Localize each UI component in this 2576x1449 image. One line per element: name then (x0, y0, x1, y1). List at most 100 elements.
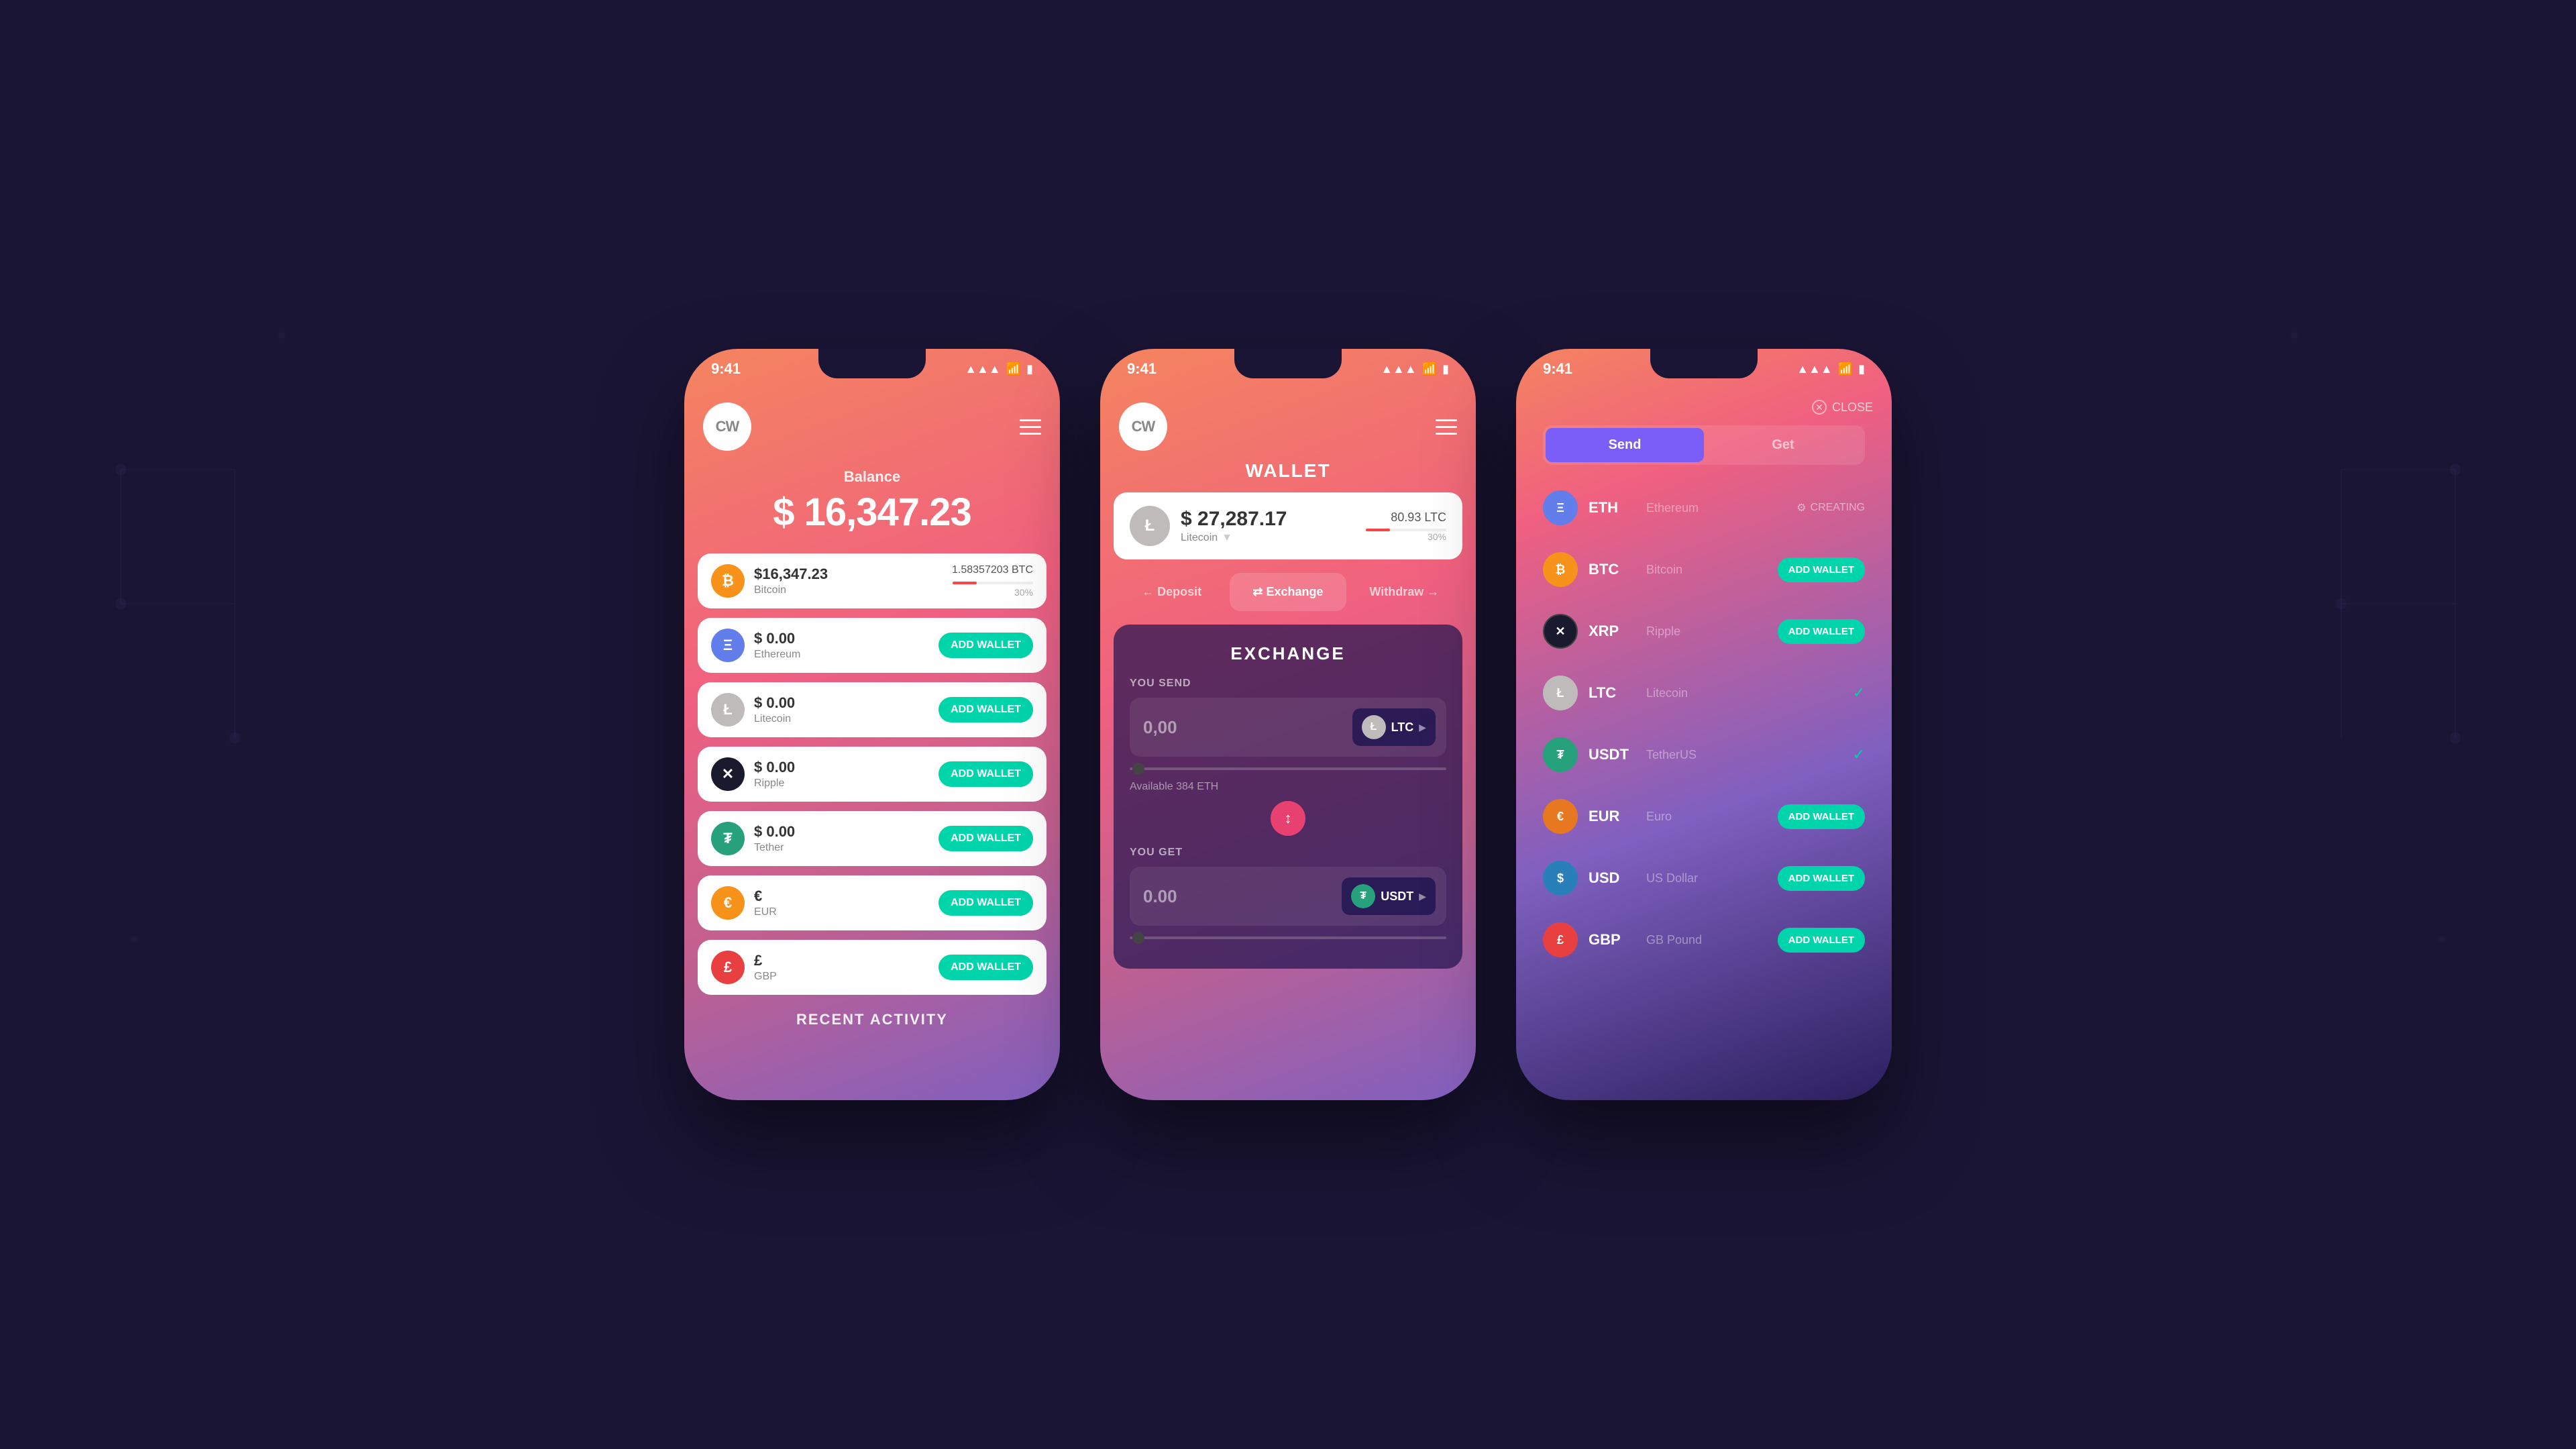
btc-info: $16,347.23 Bitcoin (754, 566, 943, 596)
ltc-card: Ł $ 27,287.17 Litecoin ▼ 80.93 LTC 30% (1114, 492, 1462, 559)
ltc-full-name: Litecoin (1646, 686, 1842, 700)
get-coin-label: USDT (1381, 890, 1413, 904)
btc-add-wallet-button-3[interactable]: ADD WALLET (1778, 557, 1865, 582)
get-coin-selector[interactable]: ₮ USDT ▶ (1342, 877, 1436, 915)
exchange-title: EXCHANGE (1130, 643, 1446, 664)
crypto-item-usdt[interactable]: ₮ USDT TetherUS ✓ (1532, 725, 1876, 784)
deposit-tab[interactable]: ← Deposit (1114, 573, 1230, 611)
ltc-card-icon: Ł (1130, 506, 1170, 546)
close-button[interactable]: ✕ CLOSE (1812, 400, 1873, 415)
ltc-info: $ 0.00 Litecoin (754, 694, 929, 725)
ltc-progress-text: 30% (1366, 531, 1446, 542)
get-slider[interactable] (1130, 936, 1446, 939)
eth-creating-badge: ⚙ CREATING (1796, 501, 1865, 515)
exchange-tab[interactable]: ⇄ Exchange (1230, 573, 1346, 611)
xrp-info: $ 0.00 Ripple (754, 759, 929, 790)
btc-full-name: Bitcoin (1646, 563, 1767, 577)
send-amount[interactable]: 0,00 (1143, 717, 1344, 738)
get-amount[interactable]: 0.00 (1143, 886, 1334, 907)
phone1-hamburger[interactable] (1020, 419, 1041, 435)
ltc-check-icon: ✓ (1853, 684, 1865, 702)
send-slider-dot (1132, 763, 1144, 775)
close-circle-icon: ✕ (1812, 400, 1827, 415)
swap-button[interactable]: ↕ (1271, 801, 1305, 836)
ltc-dropdown-arrow[interactable]: ▼ (1222, 532, 1232, 544)
xrp-add-wallet-button[interactable]: ADD WALLET (938, 761, 1033, 787)
send-coin-selector[interactable]: Ł LTC ▶ (1352, 708, 1436, 746)
gbp-icon: £ (711, 951, 745, 984)
eur-name: EUR (754, 906, 929, 918)
wallet-item-gbp[interactable]: £ £ GBP ADD WALLET (698, 940, 1046, 995)
btc-progress-container (953, 582, 1033, 584)
phone3-time: 9:41 (1543, 360, 1572, 378)
phone3-status-icons: ▲▲▲ 📶 ▮ (1796, 362, 1865, 376)
get-slider-dot (1132, 932, 1144, 944)
p3-signal-icon: ▲▲▲ (1796, 362, 1832, 376)
withdraw-tab[interactable]: Withdraw → (1346, 573, 1462, 611)
eur-list-icon: € (1543, 799, 1578, 834)
crypto-item-gbp[interactable]: £ GBP GB Pound ADD WALLET (1532, 910, 1876, 969)
xrp-add-wallet-button-3[interactable]: ADD WALLET (1778, 619, 1865, 644)
wallet-item-btc[interactable]: ₿ $16,347.23 Bitcoin 1.58357203 BTC 30% (698, 553, 1046, 608)
crypto-item-xrp[interactable]: ✕ XRP Ripple ADD WALLET (1532, 602, 1876, 661)
get-coin-icon: ₮ (1351, 884, 1375, 908)
gbp-add-wallet-button-3[interactable]: ADD WALLET (1778, 928, 1865, 953)
btc-icon: ₿ (711, 564, 745, 598)
wallet-item-eur[interactable]: € € EUR ADD WALLET (698, 875, 1046, 930)
crypto-item-eur[interactable]: € EUR Euro ADD WALLET (1532, 787, 1876, 846)
eur-add-wallet-button-3[interactable]: ADD WALLET (1778, 804, 1865, 829)
phone2-notch (1234, 349, 1342, 378)
ltc-add-wallet-button[interactable]: ADD WALLET (938, 697, 1033, 722)
eur-add-wallet-button[interactable]: ADD WALLET (938, 890, 1033, 916)
send-slider[interactable] (1130, 767, 1446, 770)
btc-progress-fill (953, 582, 977, 584)
creating-spinner-icon: ⚙ (1796, 501, 1806, 515)
ltc-card-right: 80.93 LTC 30% (1366, 511, 1446, 542)
close-label: CLOSE (1832, 400, 1873, 415)
p2-wifi-icon: 📶 (1422, 362, 1437, 376)
gbp-list-icon: £ (1543, 922, 1578, 957)
get-input-row: 0.00 ₮ USDT ▶ (1130, 867, 1446, 926)
xrp-list-icon: ✕ (1543, 614, 1578, 649)
crypto-list: Ξ ETH Ethereum ⚙ CREATING ₿ BTC Bitcoin … (1516, 478, 1892, 969)
wallet-item-tether[interactable]: ₮ $ 0.00 Tether ADD WALLET (698, 811, 1046, 866)
phone1-notch (818, 349, 926, 378)
p3-wifi-icon: 📶 (1838, 362, 1853, 376)
usd-add-wallet-button-3[interactable]: ADD WALLET (1778, 866, 1865, 891)
gbp-full-name: GB Pound (1646, 933, 1767, 947)
btc-ticker: BTC (1589, 561, 1635, 578)
gbp-amount: £ (754, 952, 929, 969)
crypto-item-usd[interactable]: $ USD US Dollar ADD WALLET (1532, 849, 1876, 908)
gbp-add-wallet-button[interactable]: ADD WALLET (938, 955, 1033, 980)
eur-info: € EUR (754, 888, 929, 918)
phone1-logo: CW (703, 402, 751, 451)
exchange-section: EXCHANGE YOU SEND 0,00 Ł LTC ▶ Available… (1114, 625, 1462, 969)
p3-battery-icon: ▮ (1858, 362, 1865, 376)
xrp-name: Ripple (754, 777, 929, 790)
phone2-hamburger[interactable] (1436, 419, 1457, 435)
p2-signal-icon: ▲▲▲ (1381, 362, 1416, 376)
phone1-balance-section: Balance $ 16,347.23 (684, 458, 1060, 553)
wallet-item-eth[interactable]: Ξ $ 0.00 Ethereum ADD WALLET (698, 618, 1046, 673)
eur-ticker: EUR (1589, 808, 1635, 825)
wallet-item-xrp[interactable]: ✕ $ 0.00 Ripple ADD WALLET (698, 747, 1046, 802)
get-tab[interactable]: Get (1704, 428, 1862, 462)
crypto-item-btc[interactable]: ₿ BTC Bitcoin ADD WALLET (1532, 540, 1876, 599)
usd-ticker: USD (1589, 869, 1635, 887)
wallet-item-ltc[interactable]: Ł $ 0.00 Litecoin ADD WALLET (698, 682, 1046, 737)
wifi-icon: 📶 (1006, 362, 1021, 376)
btc-name: Bitcoin (754, 584, 943, 596)
phone1-time: 9:41 (711, 360, 741, 378)
ltc-ticker: LTC (1589, 684, 1635, 702)
xrp-ticker: XRP (1589, 623, 1635, 640)
send-tab[interactable]: Send (1546, 428, 1704, 462)
eth-name: Ethereum (754, 649, 929, 661)
crypto-item-eth[interactable]: Ξ ETH Ethereum ⚙ CREATING (1532, 478, 1876, 537)
get-coin-arrow: ▶ (1419, 891, 1426, 902)
phone2-time: 9:41 (1127, 360, 1157, 378)
p2-battery-icon: ▮ (1442, 362, 1449, 376)
tether-info: $ 0.00 Tether (754, 823, 929, 854)
crypto-item-ltc[interactable]: Ł LTC Litecoin ✓ (1532, 663, 1876, 722)
tether-add-wallet-button[interactable]: ADD WALLET (938, 826, 1033, 851)
eth-add-wallet-button[interactable]: ADD WALLET (938, 633, 1033, 658)
